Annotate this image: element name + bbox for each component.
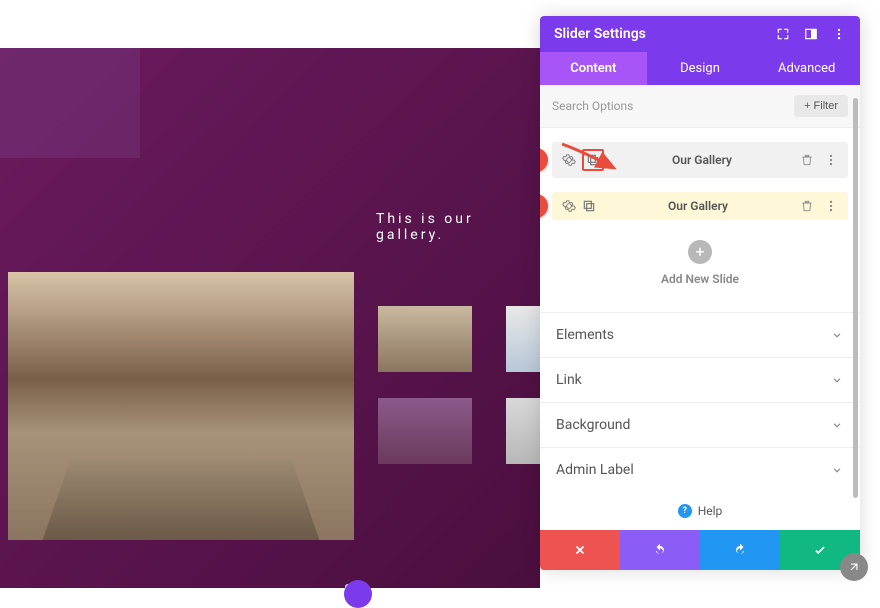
expand-icon[interactable] bbox=[776, 27, 790, 41]
panel-tabs: Content Design Advanced bbox=[540, 52, 860, 85]
scrollbar[interactable] bbox=[853, 98, 858, 538]
more-icon[interactable] bbox=[824, 199, 838, 213]
annotation-badge: 2 bbox=[540, 194, 548, 218]
panel-footer bbox=[540, 530, 860, 570]
chevron-down-icon bbox=[830, 418, 844, 432]
add-new-slide[interactable]: + Add New Slide bbox=[552, 234, 848, 304]
chevron-down-icon bbox=[830, 328, 844, 342]
chevron-down-icon bbox=[830, 373, 844, 387]
scrollbar-thumb[interactable] bbox=[853, 98, 858, 498]
cancel-button[interactable] bbox=[540, 530, 620, 570]
snap-icon[interactable] bbox=[804, 27, 818, 41]
duplicate-icon[interactable] bbox=[582, 149, 604, 171]
search-input[interactable]: Search Options bbox=[552, 99, 633, 113]
duplicate-icon[interactable] bbox=[582, 199, 596, 213]
module-placeholder[interactable] bbox=[0, 48, 140, 158]
slider-heading: This is our gallery. bbox=[376, 211, 540, 243]
panel-header: Slider Settings bbox=[540, 16, 860, 52]
slide-main-image bbox=[8, 272, 354, 540]
filter-button[interactable]: + Filter bbox=[794, 95, 848, 117]
help-label: Help bbox=[698, 504, 723, 518]
gallery-thumb[interactable] bbox=[378, 398, 472, 464]
resize-handle[interactable] bbox=[840, 553, 868, 581]
accordion-admin-label[interactable]: Admin Label bbox=[540, 447, 860, 492]
slide-label: Our Gallery bbox=[604, 153, 800, 167]
undo-button[interactable] bbox=[620, 530, 700, 570]
gallery-thumb[interactable] bbox=[378, 306, 472, 372]
slides-list: 1 Our Gallery 2 Our Gallery bbox=[540, 128, 860, 312]
tab-content[interactable]: Content bbox=[540, 52, 647, 85]
gear-icon[interactable] bbox=[562, 199, 576, 213]
add-new-label: Add New Slide bbox=[552, 272, 848, 286]
annotation-badge: 1 bbox=[540, 148, 548, 172]
gear-icon[interactable] bbox=[562, 153, 576, 167]
redo-button[interactable] bbox=[700, 530, 780, 570]
help-link[interactable]: ? Help bbox=[540, 492, 860, 530]
chevron-down-icon bbox=[830, 463, 844, 477]
slide-item[interactable]: 1 Our Gallery bbox=[552, 142, 848, 178]
slide-label: Our Gallery bbox=[596, 199, 800, 213]
settings-panel: Slider Settings Content Design Advanced … bbox=[540, 16, 860, 570]
more-icon[interactable] bbox=[824, 153, 838, 167]
trash-icon[interactable] bbox=[800, 153, 814, 167]
trash-icon[interactable] bbox=[800, 199, 814, 213]
page-canvas: This is our gallery. bbox=[0, 48, 540, 588]
slide-item[interactable]: 2 Our Gallery bbox=[552, 192, 848, 220]
accordion-elements[interactable]: Elements bbox=[540, 312, 860, 357]
tab-design[interactable]: Design bbox=[647, 52, 754, 85]
plus-icon[interactable]: + bbox=[688, 240, 712, 264]
panel-title: Slider Settings bbox=[554, 26, 646, 42]
module-add-circle[interactable] bbox=[344, 580, 372, 608]
accordion-link[interactable]: Link bbox=[540, 357, 860, 402]
more-icon[interactable] bbox=[832, 27, 846, 41]
accordion-background[interactable]: Background bbox=[540, 402, 860, 447]
search-row: Search Options + Filter bbox=[540, 85, 860, 128]
help-icon: ? bbox=[678, 504, 692, 518]
tab-advanced[interactable]: Advanced bbox=[753, 52, 860, 85]
